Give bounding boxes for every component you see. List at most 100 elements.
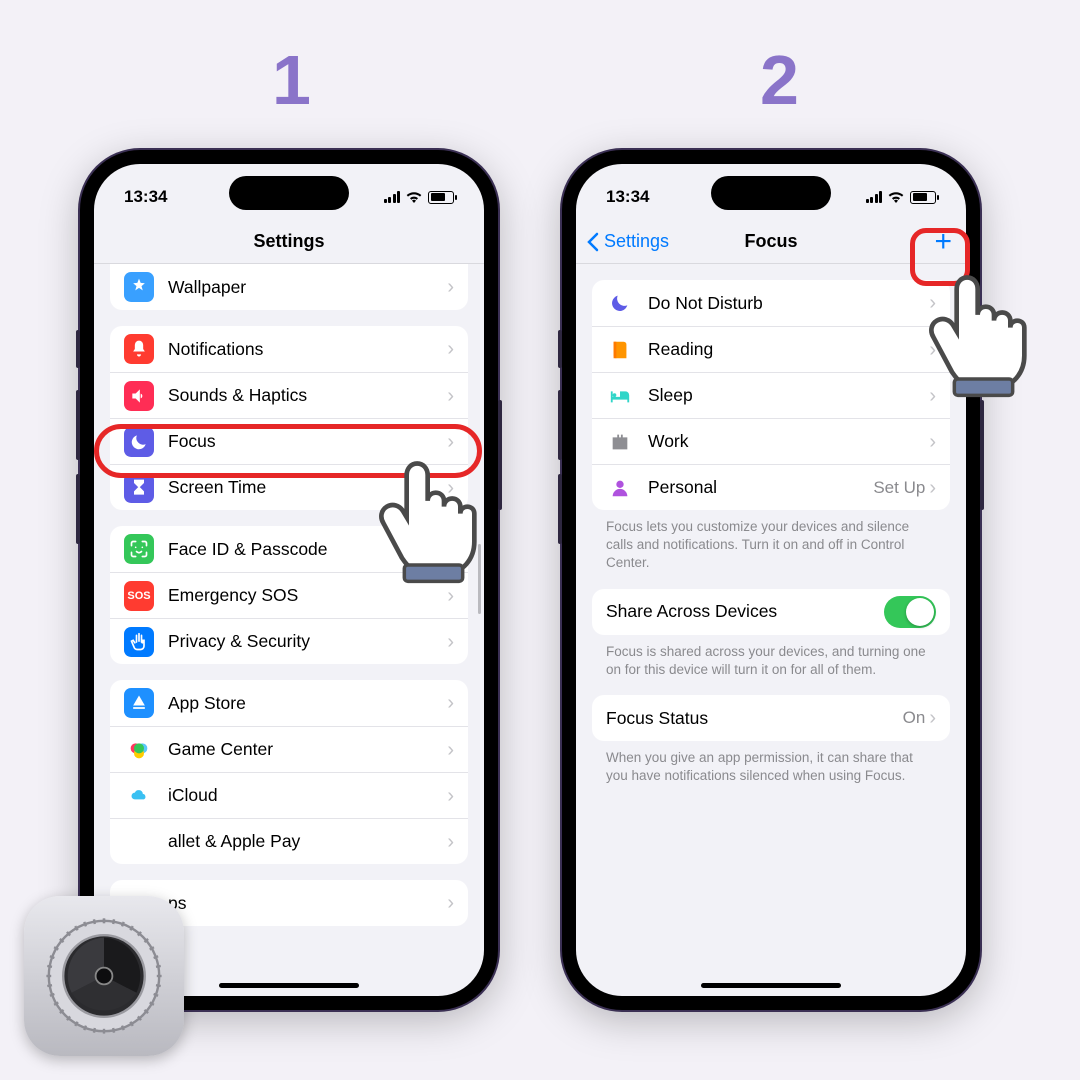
back-button[interactable]: Settings (586, 231, 669, 252)
row-label: Emergency SOS (168, 585, 447, 606)
row-label: Notifications (168, 339, 447, 360)
moon-icon (124, 427, 154, 457)
row-label: Privacy & Security (168, 631, 447, 652)
row-reading[interactable]: Reading › (592, 326, 950, 372)
add-button[interactable]: + (934, 227, 952, 257)
row-sleep[interactable]: Sleep › (592, 372, 950, 418)
step-1-label: 1 (272, 40, 311, 120)
row-label: Focus (168, 431, 447, 452)
row-screentime[interactable]: Screen Time › (110, 464, 468, 510)
chevron-right-icon: › (447, 478, 454, 498)
home-indicator[interactable] (219, 983, 359, 988)
home-indicator[interactable] (701, 983, 841, 988)
phone-mockup-2: 13:34 Settings Focus + (562, 150, 980, 1010)
dynamic-island (711, 176, 831, 210)
nav-title: Settings (253, 231, 324, 252)
row-label: Screen Time (168, 477, 447, 498)
row-appstore[interactable]: App Store › (110, 680, 468, 726)
row-label: Share Across Devices (606, 601, 884, 622)
row-label: Sleep (648, 385, 929, 406)
toggle-share[interactable] (884, 596, 936, 628)
bed-icon (606, 382, 634, 410)
back-label: Settings (604, 231, 669, 252)
settings-app-icon (24, 896, 184, 1056)
settings-group-attention: Notifications › Sounds & Haptics › Focus… (110, 326, 468, 510)
chevron-right-icon: › (447, 832, 454, 852)
hourglass-icon (124, 473, 154, 503)
footer-text-2: Focus is shared across your devices, and… (576, 635, 966, 679)
chevron-right-icon: › (447, 693, 454, 713)
wallpaper-icon (124, 272, 154, 302)
dynamic-island (229, 176, 349, 210)
chevron-right-icon: › (447, 339, 454, 359)
step-2-label: 2 (760, 40, 799, 120)
share-group: Share Across Devices (592, 589, 950, 635)
chevron-right-icon: › (447, 740, 454, 760)
row-wallpaper[interactable]: Wallpaper › (110, 264, 468, 310)
row-wallet[interactable]: allet & Apple Pay › (110, 818, 468, 864)
row-label: Game Center (168, 739, 447, 760)
chevron-right-icon: › (447, 539, 454, 559)
wifi-icon (888, 191, 904, 203)
book-icon (606, 336, 634, 364)
sos-icon: SOS (124, 581, 154, 611)
footer-text-3: When you give an app permission, it can … (576, 741, 966, 785)
row-sounds[interactable]: Sounds & Haptics › (110, 372, 468, 418)
appstore-icon (124, 688, 154, 718)
chevron-right-icon: › (447, 277, 454, 297)
chevron-right-icon: › (447, 632, 454, 652)
row-work[interactable]: Work › (592, 418, 950, 464)
speaker-icon (124, 381, 154, 411)
icloud-icon (124, 781, 154, 811)
row-sos[interactable]: SOS Emergency SOS › (110, 572, 468, 618)
row-notifications[interactable]: Notifications › (110, 326, 468, 372)
status-time: 13:34 (124, 187, 167, 207)
wifi-icon (406, 191, 422, 203)
row-detail: Set Up (873, 478, 925, 498)
moon-icon (606, 289, 634, 317)
row-focus[interactable]: Focus › (110, 418, 468, 464)
chevron-right-icon: › (929, 708, 936, 728)
row-do-not-disturb[interactable]: Do Not Disturb › (592, 280, 950, 326)
hand-icon (124, 627, 154, 657)
nav-title: Focus (744, 231, 797, 252)
chevron-right-icon: › (929, 293, 936, 313)
row-label: iCloud (168, 785, 447, 806)
row-label: Face ID & Passcode (168, 539, 447, 560)
row-label: App Store (168, 693, 447, 714)
row-label: Wallpaper (168, 277, 447, 298)
status-time: 13:34 (606, 187, 649, 207)
row-icloud[interactable]: iCloud › (110, 772, 468, 818)
cellular-icon (384, 191, 401, 203)
row-share-across-devices[interactable]: Share Across Devices (592, 589, 950, 635)
row-label: Reading (648, 339, 929, 360)
chevron-left-icon (586, 232, 600, 252)
chevron-right-icon: › (929, 386, 936, 406)
battery-icon (910, 191, 936, 204)
row-label: Do Not Disturb (648, 293, 929, 314)
chevron-right-icon: › (447, 786, 454, 806)
row-gamecenter[interactable]: Game Center › (110, 726, 468, 772)
bell-icon (124, 334, 154, 364)
chevron-right-icon: › (929, 340, 936, 360)
settings-group-security: Face ID & Passcode › SOS Emergency SOS ›… (110, 526, 468, 664)
settings-group-services: App Store › Game Center › iCloud › (110, 680, 468, 864)
footer-text-1: Focus lets you customize your devices an… (576, 510, 966, 573)
chevron-right-icon: › (447, 386, 454, 406)
scrollbar[interactable] (478, 544, 481, 614)
row-label: ps (168, 893, 447, 914)
row-faceid[interactable]: Face ID & Passcode › (110, 526, 468, 572)
row-personal[interactable]: Personal Set Up › (592, 464, 950, 510)
chevron-right-icon: › (929, 478, 936, 498)
faceid-icon (124, 534, 154, 564)
row-privacy[interactable]: Privacy & Security › (110, 618, 468, 664)
row-label: allet & Apple Pay (168, 831, 447, 852)
row-label: Focus Status (606, 708, 903, 729)
chevron-right-icon: › (929, 432, 936, 452)
cellular-icon (866, 191, 883, 203)
nav-bar: Settings (94, 220, 484, 264)
row-detail: On (903, 708, 926, 728)
row-label: Personal (648, 477, 873, 498)
row-focus-status[interactable]: Focus Status On › (592, 695, 950, 741)
chevron-right-icon: › (447, 586, 454, 606)
